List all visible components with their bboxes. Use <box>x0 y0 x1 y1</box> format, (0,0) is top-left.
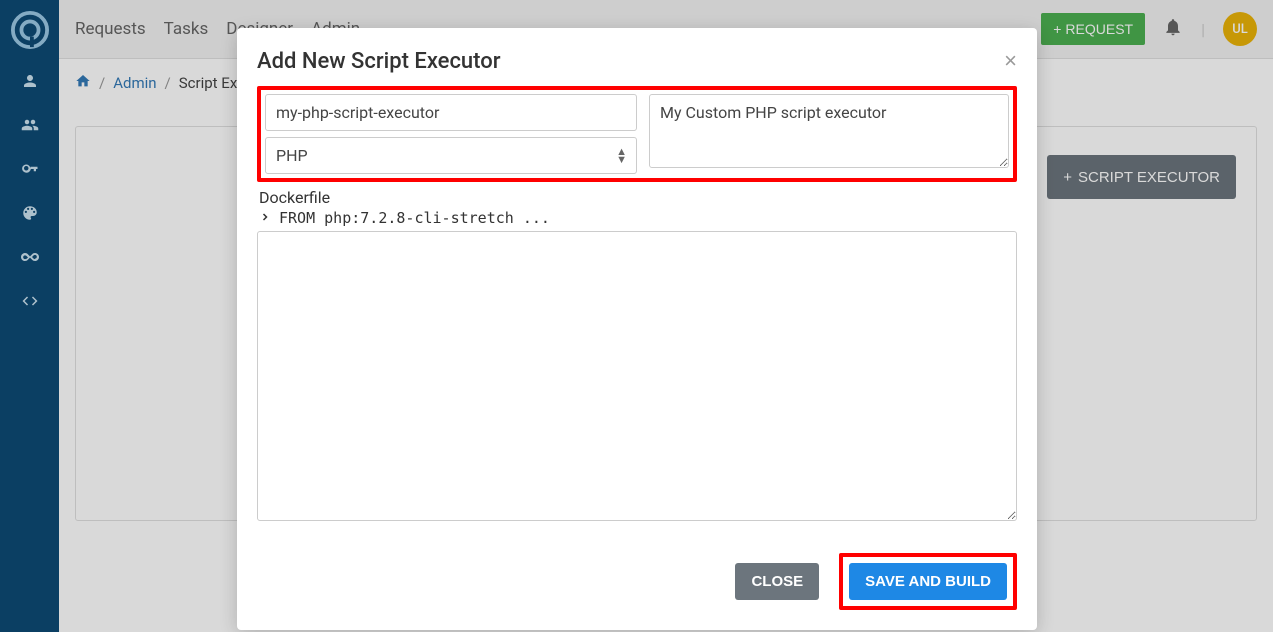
description-textarea[interactable]: My Custom PHP script executor <box>649 94 1009 168</box>
modal-close-button[interactable]: × <box>1004 48 1017 74</box>
dockerfile-label: Dockerfile <box>259 188 1015 207</box>
dockerfile-preview-text: FROM php:7.2.8-cli-stretch ... <box>279 209 550 227</box>
highlight-save: SAVE AND BUILD <box>839 553 1017 610</box>
modal-title: Add New Script Executor <box>257 49 501 74</box>
close-button[interactable]: CLOSE <box>735 563 819 600</box>
add-script-executor-modal: Add New Script Executor × PHP ▲▼ My Cust… <box>237 28 1037 630</box>
language-select[interactable]: PHP <box>265 137 637 174</box>
executor-name-input[interactable] <box>265 94 637 131</box>
save-and-build-button[interactable]: SAVE AND BUILD <box>849 563 1007 600</box>
highlight-inputs: PHP ▲▼ My Custom PHP script executor <box>257 86 1017 182</box>
dockerfile-textarea[interactable] <box>257 231 1017 521</box>
chevron-right-icon[interactable] <box>259 209 271 227</box>
